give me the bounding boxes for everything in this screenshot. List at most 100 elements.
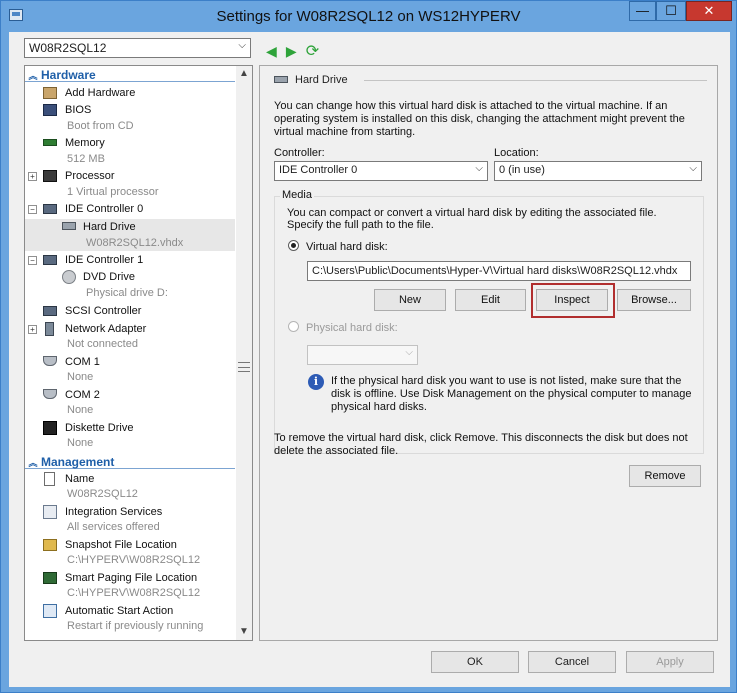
hard-drive-settings-panel: Hard Drive You can change how this virtu… — [259, 65, 718, 641]
tree-item-label: Network Adapter — [65, 323, 147, 335]
back-arrow-icon[interactable]: ◀ — [266, 43, 277, 60]
tree-item-subtext: W08R2SQL12 — [67, 488, 138, 500]
tree-item-subtext: W08R2SQL12.vhdx — [86, 237, 184, 249]
intro-line-1: You can change how this virtual hard dis… — [274, 100, 668, 112]
dvd-disc-icon — [62, 270, 76, 284]
title-divider — [364, 80, 707, 81]
navigation-arrows: ◀ ▶ ⟳ — [266, 41, 325, 61]
new-button[interactable]: New — [374, 289, 446, 311]
tree-item-label: SCSI Controller — [65, 305, 142, 317]
tree-item-label: Smart Paging File Location — [65, 572, 198, 584]
integration-services-icon — [43, 505, 57, 519]
tree-item-subtext: 512 MB — [67, 153, 105, 165]
tree-item-label: IDE Controller 1 — [65, 254, 144, 266]
tree-item-label: IDE Controller 0 — [65, 203, 144, 215]
collapse-minus-icon[interactable]: − — [28, 256, 37, 265]
automatic-start-icon — [43, 604, 57, 618]
tree-item-label: COM 2 — [65, 389, 100, 401]
vm-selector-dropdown[interactable]: W08R2SQL12 ⌵ — [24, 38, 251, 58]
chevron-down-icon: ⌵ — [475, 163, 483, 174]
controller-value: IDE Controller 0 — [279, 164, 358, 176]
vhd-path-input[interactable]: C:\Users\Public\Documents\Hyper-V\Virtua… — [307, 261, 691, 281]
cancel-button[interactable]: Cancel — [528, 651, 616, 673]
window-title: Settings for W08R2SQL12 on WS12HYPERV — [216, 8, 521, 25]
physical-hard-disk-radio[interactable] — [288, 321, 299, 332]
name-icon — [44, 472, 55, 486]
collapse-chevron-icon: ︽ — [28, 458, 38, 468]
tree-item-subtext: Physical drive D: — [86, 287, 168, 299]
scroll-down-arrow-icon[interactable]: ▼ — [236, 624, 252, 640]
bios-chip-icon — [43, 104, 57, 116]
processor-icon — [43, 170, 57, 182]
forward-arrow-icon[interactable]: ▶ — [286, 43, 297, 60]
chevron-down-icon: ⌵ — [405, 347, 413, 358]
add-hardware-icon — [43, 87, 57, 99]
panel-title: Hard Drive — [295, 74, 348, 86]
tree-item-label: BIOS — [65, 104, 92, 116]
title-bar[interactable]: Settings for W08R2SQL12 on WS12HYPERV — … — [1, 1, 736, 31]
scroll-thumb-grip[interactable] — [238, 362, 250, 372]
browse-button[interactable]: Browse... — [617, 289, 691, 311]
remove-text-line-2: delete the associated file. — [274, 445, 399, 457]
controller-dropdown[interactable]: IDE Controller 0 ⌵ — [274, 161, 488, 181]
ok-button[interactable]: OK — [431, 651, 519, 673]
tree-item-label: Hard Drive — [83, 221, 136, 233]
remove-button[interactable]: Remove — [629, 465, 701, 487]
media-group-label: Media — [280, 189, 314, 202]
expand-plus-icon[interactable]: + — [28, 325, 37, 334]
tree-item-subtext: None — [67, 437, 94, 449]
maximize-button[interactable]: ☐ — [656, 1, 686, 21]
scroll-up-arrow-icon[interactable]: ▲ — [236, 66, 252, 82]
close-button[interactable]: ✕ — [686, 1, 732, 21]
info-text-line-3: physical hard disks. — [331, 401, 427, 413]
tree-item-subtext: All services offered — [67, 521, 160, 533]
tree-item-label: Processor — [65, 170, 115, 182]
section-hardware[interactable]: ︽ Hardware — [25, 68, 235, 82]
collapse-chevron-icon: ︽ — [28, 71, 38, 81]
tree-item-subtext: 1 Virtual processor — [67, 186, 159, 198]
minimize-button[interactable]: — — [629, 1, 656, 21]
section-management[interactable]: ︽ Management — [25, 455, 235, 469]
inspect-button[interactable]: Inspect — [536, 289, 608, 311]
tree-item-subtext: C:\HYPERV\W08R2SQL12 — [67, 554, 201, 566]
intro-line-3: virtual machine from starting. — [274, 126, 416, 138]
hard-drive-icon — [274, 76, 288, 83]
edit-button[interactable]: Edit — [455, 289, 526, 311]
tree-scrollbar[interactable]: ▲ ▼ — [236, 65, 253, 641]
remove-text-line-1: To remove the virtual hard disk, click R… — [274, 432, 688, 444]
smart-paging-icon — [43, 572, 57, 584]
virtual-hard-disk-radio[interactable] — [288, 240, 299, 251]
controller-label: Controller: — [274, 147, 325, 159]
info-text-line-2: disk is offline. Use Disk Management on … — [331, 388, 692, 400]
com-port-icon — [43, 356, 57, 366]
collapse-minus-icon[interactable]: − — [28, 205, 37, 214]
memory-module-icon — [43, 139, 57, 146]
tree-item-subtext: Restart if previously running — [67, 620, 204, 632]
tree-item-label: Add Hardware — [65, 87, 136, 99]
chevron-down-icon: ⌵ — [238, 40, 246, 51]
physical-hard-disk-label: Physical hard disk: — [306, 322, 398, 334]
dialog-client-area: W08R2SQL12 ⌵ ◀ ▶ ⟳ ︽ Hardware Add Hardwar… — [9, 32, 730, 687]
apply-button[interactable]: Apply — [626, 651, 714, 673]
tree-item-label: COM 1 — [65, 356, 100, 368]
tree-item-label: Name — [65, 473, 95, 485]
intro-line-2: operating system is installed on this di… — [274, 113, 685, 125]
physical-disk-dropdown[interactable]: ⌵ — [307, 345, 418, 365]
tree-item-subtext: None — [67, 371, 94, 383]
floppy-disk-icon — [43, 421, 57, 435]
hard-drive-icon — [62, 222, 76, 230]
section-hardware-label: Hardware — [41, 68, 96, 82]
location-label: Location: — [494, 147, 539, 159]
location-dropdown[interactable]: 0 (in use) ⌵ — [494, 161, 702, 181]
tree-item-label: Diskette Drive — [65, 422, 134, 434]
tree-item-label: DVD Drive — [83, 271, 135, 283]
refresh-icon[interactable]: ⟳ — [306, 41, 319, 61]
virtual-hard-disk-label: Virtual hard disk: — [306, 241, 388, 253]
tree-item-hard-drive[interactable]: Hard Drive W08R2SQL12.vhdx — [25, 219, 235, 251]
info-icon: i — [308, 374, 324, 390]
ide-controller-icon — [43, 255, 57, 265]
tree-item-label: Automatic Start Action — [65, 605, 174, 617]
scsi-controller-icon — [43, 306, 57, 316]
media-text-line-2: Specify the full path to the file. — [287, 219, 434, 231]
expand-plus-icon[interactable]: + — [28, 172, 37, 181]
